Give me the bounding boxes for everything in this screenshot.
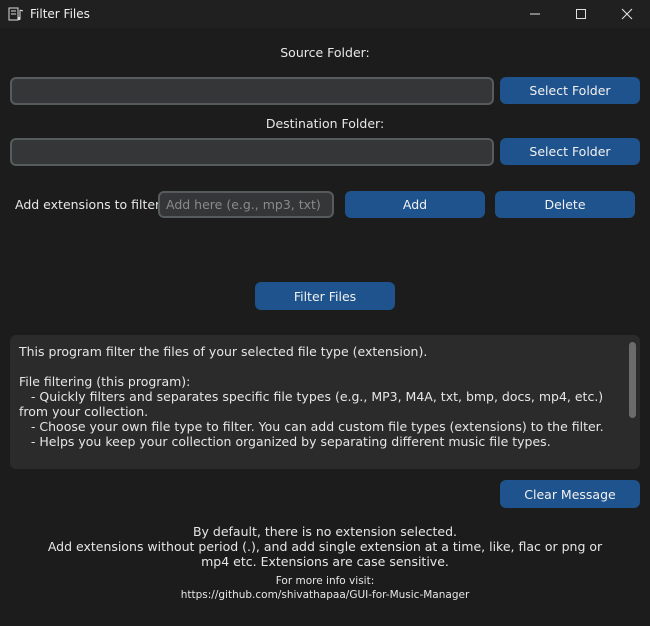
- filter-files-button[interactable]: Filter Files: [255, 282, 395, 310]
- music-files-icon: [8, 6, 24, 22]
- maximize-icon: [576, 9, 586, 19]
- message-text: This program filter the files of your se…: [19, 344, 604, 449]
- close-button[interactable]: [604, 0, 650, 28]
- minimize-icon: [530, 13, 540, 15]
- more-info-label: For more info visit:: [275, 575, 375, 587]
- source-folder-label: Source Folder:: [280, 45, 370, 60]
- maximize-button[interactable]: [558, 0, 604, 28]
- close-icon: [621, 8, 633, 20]
- message-textbox[interactable]: This program filter the files of your se…: [10, 335, 640, 469]
- github-link[interactable]: https://github.com/shivathapaa/GUI-for-M…: [0, 588, 650, 602]
- message-scrollbar[interactable]: [629, 342, 636, 418]
- extension-input[interactable]: Add here (e.g., mp3, txt): [158, 191, 334, 218]
- title-bar: Filter Files: [0, 0, 650, 28]
- add-extension-button[interactable]: Add: [345, 191, 485, 218]
- destination-folder-input[interactable]: [10, 138, 494, 166]
- info-line-3: mp4 etc. Extensions are case sensitive.: [201, 554, 449, 569]
- info-line-2: Add extensions without period (.), and a…: [47, 539, 603, 554]
- window-title: Filter Files: [30, 7, 90, 21]
- extensions-label: Add extensions to filter:: [15, 197, 165, 212]
- minimize-button[interactable]: [512, 0, 558, 28]
- source-folder-input[interactable]: [10, 77, 494, 105]
- info-line-1: By default, there is no extension select…: [192, 524, 458, 539]
- clear-message-button[interactable]: Clear Message: [500, 480, 640, 508]
- select-source-folder-button[interactable]: Select Folder: [500, 77, 640, 104]
- destination-folder-label: Destination Folder:: [265, 116, 385, 131]
- delete-extension-button[interactable]: Delete: [495, 191, 635, 218]
- select-destination-folder-button[interactable]: Select Folder: [500, 138, 640, 165]
